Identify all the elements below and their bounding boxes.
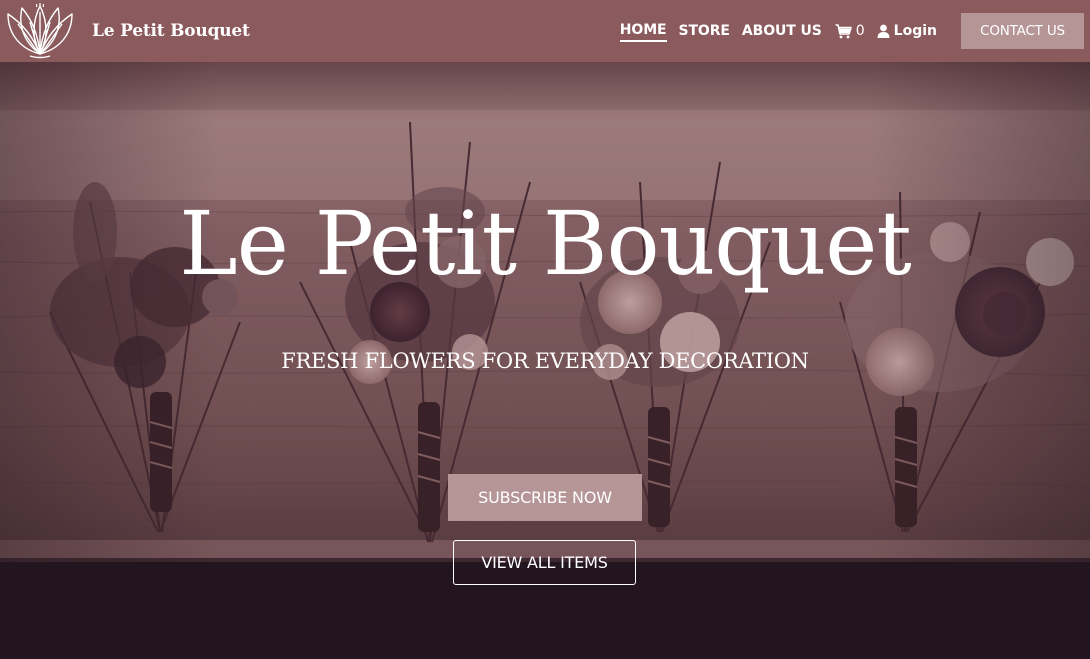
cart-count: 0 [855, 23, 865, 39]
nav-about-us[interactable]: ABOUT US [742, 21, 822, 41]
cart-icon [835, 23, 852, 38]
user-icon [877, 24, 890, 38]
brand-name: Le Petit Bouquet [92, 21, 250, 41]
navbar: Le Petit Bouquet HOME STORE ABOUT US 0 L… [0, 0, 1090, 62]
login-label: Login [893, 23, 937, 39]
hero-section: Le Petit Bouquet FRESH FLOWERS FOR EVERY… [0, 62, 1090, 659]
brand-link[interactable]: Le Petit Bouquet [4, 2, 250, 60]
nav-store[interactable]: STORE [679, 21, 730, 41]
nav-home[interactable]: HOME [619, 20, 667, 42]
cart-link[interactable]: 0 [835, 23, 865, 39]
subscribe-now-button[interactable]: SUBSCRIBE NOW [448, 474, 642, 521]
main-nav: HOME STORE ABOUT US 0 Login CONTACT US [619, 0, 1090, 62]
login-link[interactable]: Login [877, 23, 937, 39]
contact-us-button[interactable]: CONTACT US [961, 13, 1084, 49]
view-all-items-button[interactable]: VIEW ALL ITEMS [453, 540, 636, 585]
hero-title: Le Petit Bouquet [179, 192, 911, 295]
page: Le Petit Bouquet HOME STORE ABOUT US 0 L… [0, 0, 1090, 659]
hero-subtitle: FRESH FLOWERS FOR EVERYDAY DECORATION [281, 349, 809, 373]
lotus-logo-icon [7, 3, 73, 59]
